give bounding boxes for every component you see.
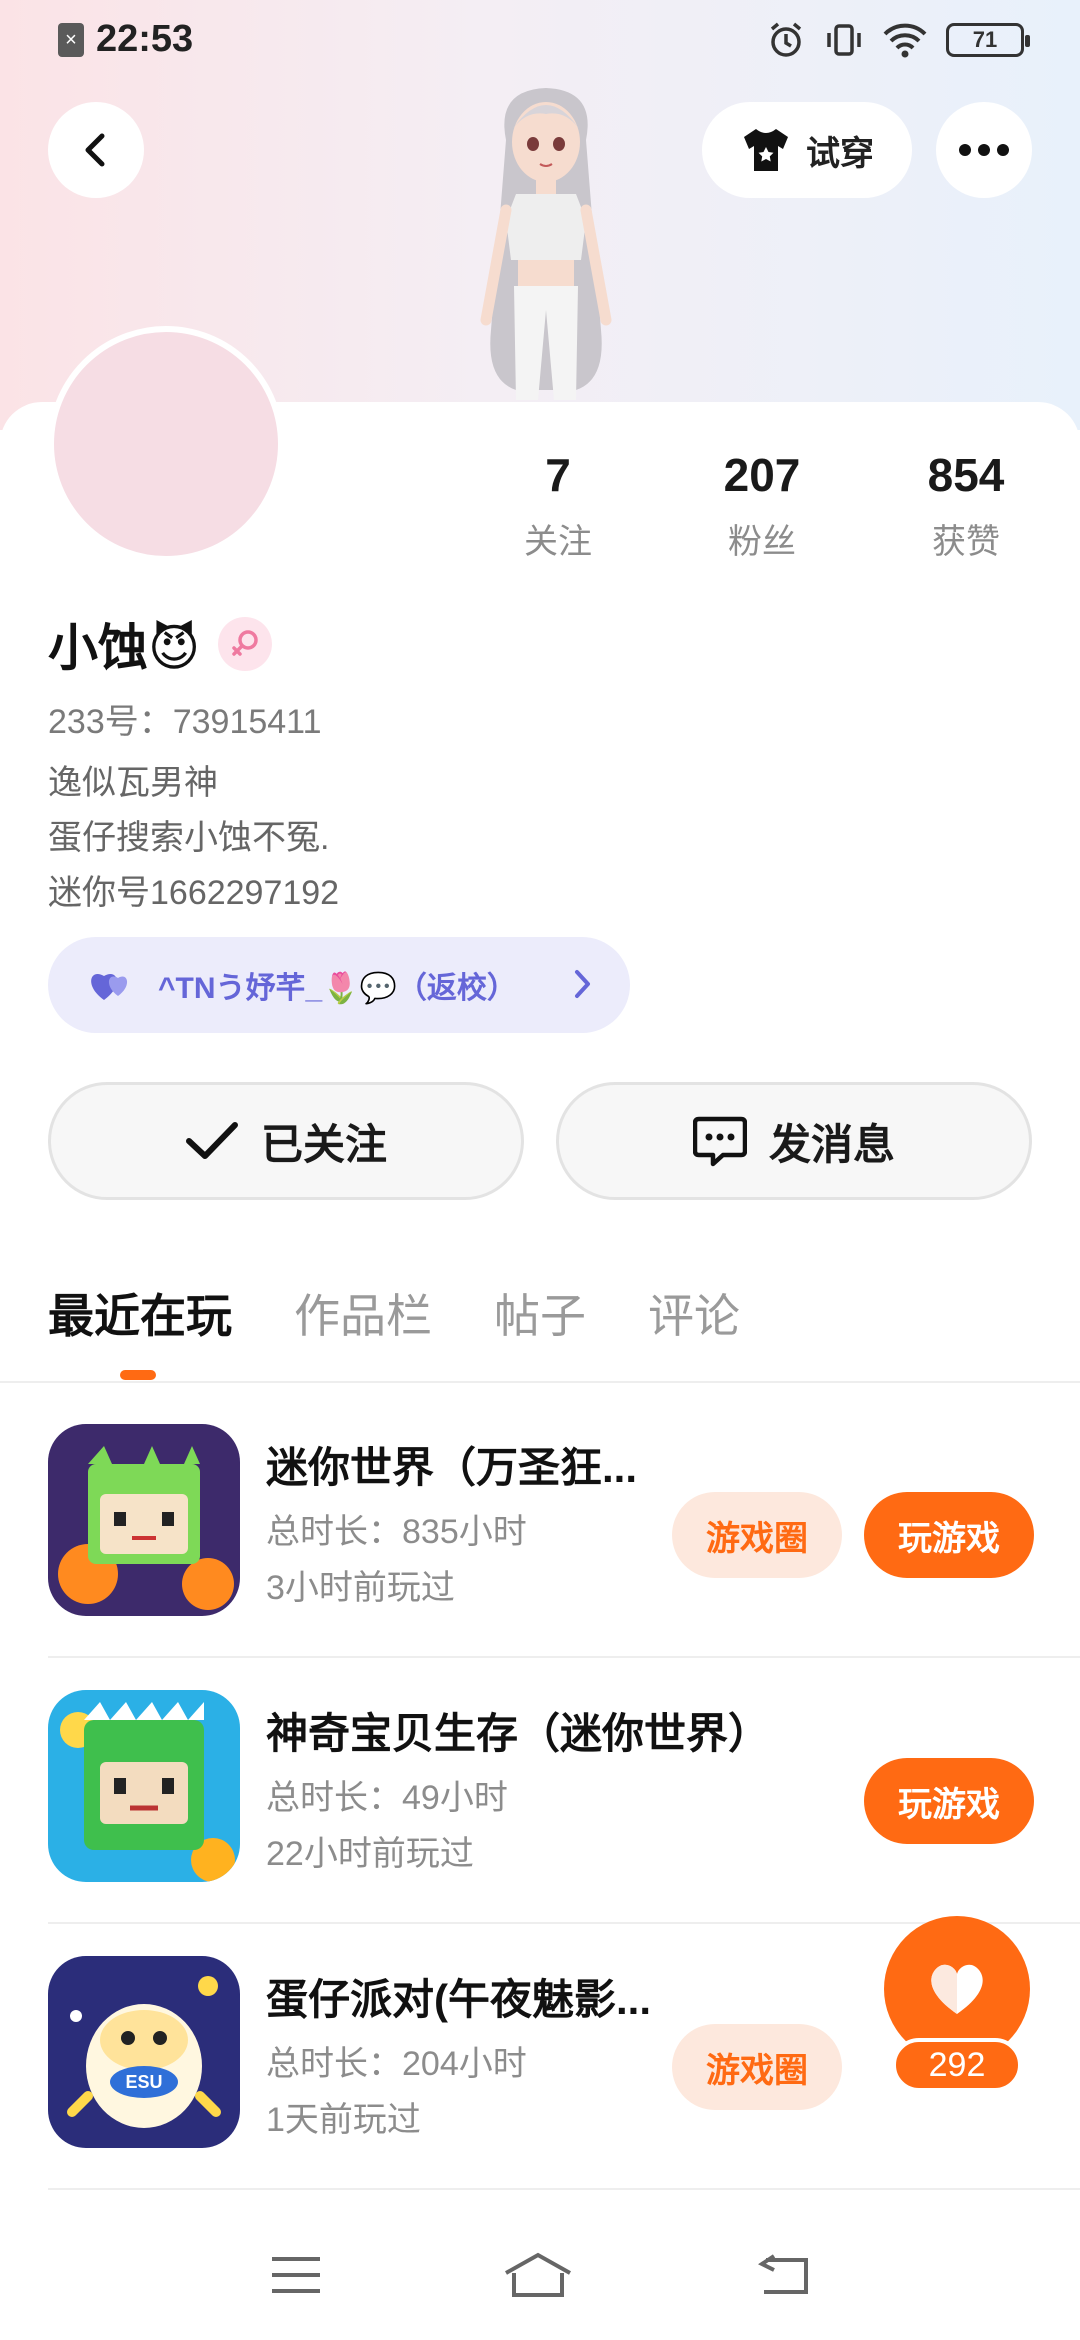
game-duration: 总时长：49小时 [266,1779,508,1817]
name-row: 小蚀😈 [48,608,273,680]
stat-following-label: 关注 [524,523,592,561]
back-button[interactable] [48,102,144,198]
game-last-played: 3小时前玩过 [266,1569,455,1607]
no-sim-icon: × [58,22,84,57]
send-message-button[interactable]: 发消息 [556,1082,1032,1200]
status-time: 22:53 [96,18,194,60]
play-game-button[interactable]: 玩游戏 [864,1492,1034,1578]
game-list-item[interactable]: 神奇宝贝生存（迷你世界） 总时长：49小时 22小时前玩过 玩游戏 [48,1658,1080,1924]
stat-likes[interactable]: 854 获赞 [886,448,1046,563]
avatar-3d-character [480,88,612,400]
bio-line: 逸似瓦男神 [48,764,218,802]
game-circle-button[interactable]: 游戏圈 [672,1492,842,1578]
game-last-played: 1天前玩过 [266,2101,421,2139]
tab-posts[interactable]: 帖子 [494,1280,586,1346]
checkmark-icon [185,1122,238,1159]
profile-bio: 逸似瓦男神 蛋仔搜索小蚀不冤. 迷你号1662297192 [48,756,339,921]
partner-pill[interactable]: ^TNう妤芊_🌷💬（返校） [48,937,630,1033]
profile-tabs: 最近在玩 作品栏 帖子 评论 [48,1280,740,1346]
menu-icon[interactable] [270,2255,322,2295]
game-title: 蛋仔派对(午夜魅影... [266,1976,651,2023]
game-title: 神奇宝贝生存（迷你世界） [266,1710,771,1757]
following-label: 已关注 [260,1120,387,1168]
battery-level: 71 [972,27,998,52]
tab-active-indicator [120,1370,156,1380]
game-duration: 总时长：204小时 [266,2045,527,2083]
status-bar: × 22:53 71 [0,0,1080,84]
system-navigation-bar [0,2210,1080,2340]
stat-likes-value: 854 [927,449,1005,501]
stat-followers[interactable]: 207 粉丝 [682,448,842,563]
battery-indicator: 71 [946,23,1030,57]
alarm-icon [770,22,802,57]
stat-following[interactable]: 7 关注 [478,448,638,563]
tab-works[interactable]: 作品栏 [294,1280,432,1346]
like-floating-button[interactable]: 292 [884,1916,1030,2116]
like-count: 292 [892,2038,1022,2092]
more-dots-icon [959,144,1009,156]
wifi-icon [883,23,927,58]
gender-female-badge [218,617,273,671]
tshirt-icon [744,129,788,171]
game-icon-eggy-party: ESU [48,1956,240,2148]
stat-followers-label: 粉丝 [728,523,796,561]
game-circle-button[interactable]: 游戏圈 [672,2024,842,2110]
bio-line: 迷你号1662297192 [48,874,340,912]
female-symbol-icon [232,630,258,656]
following-button[interactable]: 已关注 [48,1082,524,1200]
heart-icon [931,1964,983,2014]
tab-recent-played[interactable]: 最近在玩 [48,1280,232,1346]
play-game-button[interactable]: 玩游戏 [864,1758,1034,1844]
game-last-played: 22小时前玩过 [266,1835,474,1873]
chat-bubble-icon [692,1116,747,1167]
tab-divider [0,1381,1080,1383]
bio-line: 蛋仔搜索小蚀不冤. [48,819,330,857]
double-heart-icon [91,974,128,1000]
row-divider [48,2188,1080,2190]
tab-comments[interactable]: 评论 [648,1280,740,1346]
game-icon-pokemon-survival [48,1690,240,1882]
back-icon[interactable] [754,2254,810,2296]
stat-likes-label: 获赞 [932,523,1000,561]
game-list-item[interactable]: 迷你世界（万圣狂... 总时长：835小时 3小时前玩过 游戏圈 玩游戏 [48,1392,1080,1658]
partner-name: ^TNう妤芊_🌷💬（返校） [158,972,517,1005]
try-on-label: 试穿 [806,134,874,173]
more-options-button[interactable] [936,102,1032,198]
game-title: 迷你世界（万圣狂... [266,1444,638,1491]
game-icon-mini-world [48,1424,240,1616]
send-message-label: 发消息 [768,1120,895,1168]
home-icon[interactable] [502,2251,574,2299]
avatar[interactable] [48,326,284,562]
chevron-left-icon [85,133,105,167]
stat-following-value: 7 [545,449,571,501]
try-on-button[interactable]: 试穿 [702,102,912,198]
svg-text:ESU: ESU [125,2072,162,2092]
game-duration: 总时长：835小时 [266,1513,527,1551]
stat-followers-value: 207 [723,449,801,501]
user-id: 233号：73915411 [48,703,322,741]
vibrate-icon [827,24,861,56]
profile-name: 小蚀😈 [48,620,201,676]
chevron-right-icon [575,970,590,998]
